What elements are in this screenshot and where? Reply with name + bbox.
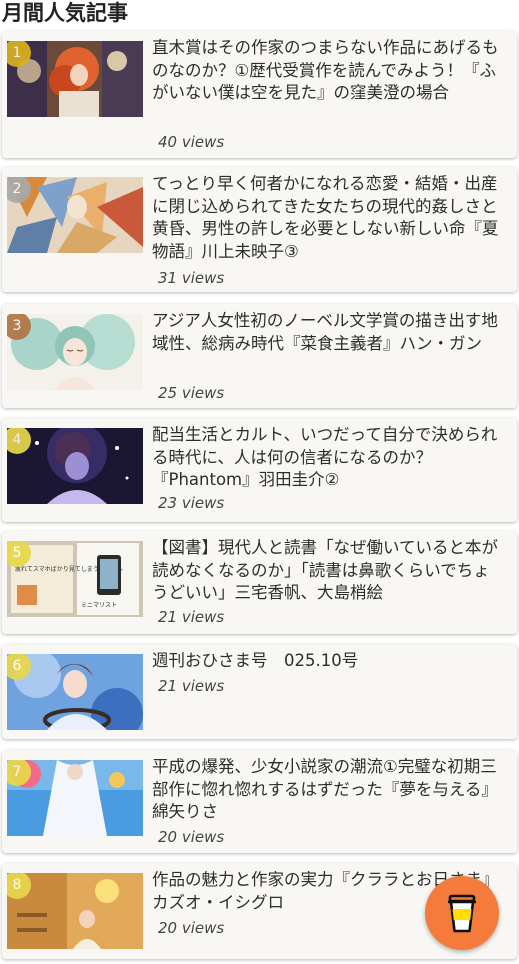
view-count: 40 views (158, 133, 225, 151)
article-title[interactable]: てっとり早く何者かになれる恋愛・結婚・出産に閉じ込められてきた女たちの現代的姦し… (152, 173, 504, 263)
article-title[interactable]: 平成の爆発、少女小説家の潮流①完璧な初期三部作に惚れ惚れするはずだった『夢を与え… (152, 756, 504, 824)
view-count: 31 views (158, 269, 225, 287)
section-title: 月間人気記事 (2, 1, 128, 25)
article-card[interactable]: 疲れてスマホばかり見てしまうあなたへ ミニマリスト 5 【図書】現代人と読書「な… (2, 531, 517, 634)
view-count: 21 views (158, 608, 225, 626)
article-thumbnail[interactable]: 1 (7, 41, 143, 117)
article-card[interactable]: 1 直木賞はその作家のつまらない作品にあげるものなのか？①歴代受賞作を読んでみよ… (2, 31, 517, 158)
article-title[interactable]: アジア人女性初のノーベル文学賞の描き出す地域性、総病み時代『菜食主義者』ハン・ガ… (152, 310, 504, 355)
article-card[interactable]: 7 平成の爆発、少女小説家の潮流①完璧な初期三部作に惚れ惚れするはずだった『夢を… (2, 750, 517, 853)
article-thumbnail[interactable]: 3 (7, 314, 143, 390)
view-count: 20 views (158, 919, 225, 937)
article-thumbnail[interactable]: 疲れてスマホばかり見てしまうあなたへ ミニマリスト 5 (7, 541, 143, 617)
article-card[interactable]: 3 アジア人女性初のノーベル文学賞の描き出す地域性、総病み時代『菜食主義者』ハン… (2, 304, 517, 408)
article-title[interactable]: 週刊おひさま号 025.10号 (152, 650, 504, 673)
view-count: 23 views (158, 494, 225, 512)
view-count: 21 views (158, 677, 225, 695)
article-thumbnail[interactable]: 4 (7, 428, 143, 504)
view-count: 25 views (158, 384, 225, 402)
article-card[interactable]: 4 配当生活とカルト、いつだって自分で決められる時代に、人は何の信者になるのか？… (2, 418, 517, 522)
article-thumbnail[interactable]: 2 (7, 177, 143, 253)
article-card[interactable]: 6 週刊おひさま号 025.10号 21 views (2, 644, 517, 739)
article-title[interactable]: 直木賞はその作家のつまらない作品にあげるものなのか？①歴代受賞作を読んでみよう！… (152, 37, 504, 105)
article-thumbnail[interactable]: 8 (7, 873, 143, 949)
article-title[interactable]: 配当生活とカルト、いつだって自分で決められる時代に、人は何の信者になるのか？『P… (152, 424, 504, 492)
coffee-cup-icon (448, 894, 476, 933)
book-cover-text: ミニマリスト (81, 602, 117, 609)
article-card[interactable]: 2 てっとり早く何者かになれる恋愛・結婚・出産に閉じ込められてきた女たちの現代的… (2, 167, 517, 292)
buy-me-a-coffee-button[interactable] (425, 876, 499, 950)
article-title[interactable]: 【図書】現代人と読書「なぜ働いていると本が読めなくなるのか」「読書は鼻歌くらいで… (152, 537, 504, 605)
view-count: 20 views (158, 828, 225, 846)
article-thumbnail[interactable]: 6 (7, 654, 143, 730)
article-thumbnail[interactable]: 7 (7, 760, 143, 836)
